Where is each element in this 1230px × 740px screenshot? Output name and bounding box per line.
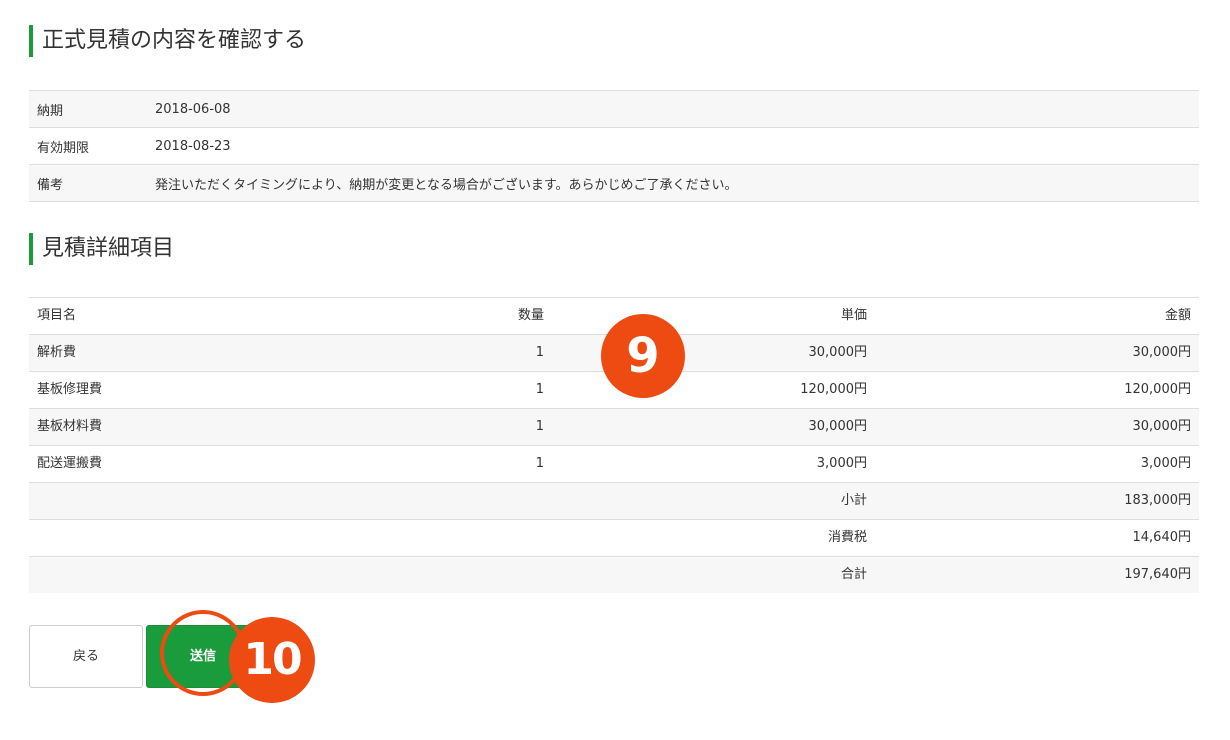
tax-label: 消費税 bbox=[827, 530, 867, 545]
item-amount: 3,000円 bbox=[1140, 456, 1191, 471]
info-value: 発注いただくタイミングにより、納期が変更となる場合がございます。あらかじめご了承… bbox=[155, 177, 738, 193]
total-label: 合計 bbox=[840, 567, 867, 582]
header-amount: 金額 bbox=[1164, 308, 1191, 323]
item-name: 解析費 bbox=[37, 345, 77, 360]
item-quantity: 1 bbox=[535, 345, 544, 360]
info-label: 納期 bbox=[37, 103, 64, 119]
total-value: 197,640円 bbox=[1124, 567, 1191, 582]
info-label: 有効期限 bbox=[37, 140, 90, 156]
step-marker-9: 9 bbox=[601, 314, 685, 398]
item-amount: 120,000円 bbox=[1124, 382, 1191, 397]
header-item-name: 項目名 bbox=[37, 308, 77, 323]
item-quantity: 1 bbox=[535, 456, 544, 471]
subtotal-label: 小計 bbox=[840, 493, 867, 508]
item-name: 基板材料費 bbox=[37, 419, 103, 434]
item-unit-price: 3,000円 bbox=[816, 456, 867, 471]
step-marker-10: 10 bbox=[229, 617, 315, 703]
info-row-remarks: 備考 発注いただくタイミングにより、納期が変更となる場合がございます。あらかじめ… bbox=[29, 165, 1199, 202]
item-quantity: 1 bbox=[535, 382, 544, 397]
info-row-delivery: 納期 2018-06-08 bbox=[29, 91, 1199, 128]
item-name: 配送運搬費 bbox=[37, 456, 103, 471]
total-row: 合計 197,640円 bbox=[29, 557, 1199, 593]
info-label: 備考 bbox=[37, 177, 64, 193]
item-quantity: 1 bbox=[535, 419, 544, 434]
subtotal-value: 183,000円 bbox=[1124, 493, 1191, 508]
info-value: 2018-08-23 bbox=[155, 138, 231, 154]
page-title: 正式見積の内容を確認する bbox=[29, 25, 306, 57]
item-amount: 30,000円 bbox=[1132, 345, 1192, 360]
info-row-expiry: 有効期限 2018-08-23 bbox=[29, 128, 1199, 165]
subtotal-row: 小計 183,000円 bbox=[29, 483, 1199, 520]
item-amount: 30,000円 bbox=[1132, 419, 1192, 434]
table-row: 基板材料費 1 30,000円 30,000円 bbox=[29, 409, 1199, 446]
item-name: 基板修理費 bbox=[37, 382, 103, 397]
section-title-details: 見積詳細項目 bbox=[29, 233, 174, 265]
header-quantity: 数量 bbox=[517, 308, 544, 323]
item-unit-price: 30,000円 bbox=[808, 419, 868, 434]
tax-row: 消費税 14,640円 bbox=[29, 520, 1199, 557]
info-value: 2018-06-08 bbox=[155, 101, 231, 117]
table-row: 配送運搬費 1 3,000円 3,000円 bbox=[29, 446, 1199, 483]
tax-value: 14,640円 bbox=[1132, 530, 1192, 545]
back-button[interactable]: 戻る bbox=[29, 625, 143, 688]
estimate-info-table: 納期 2018-06-08 有効期限 2018-08-23 備考 発注いただくタ… bbox=[29, 90, 1199, 202]
